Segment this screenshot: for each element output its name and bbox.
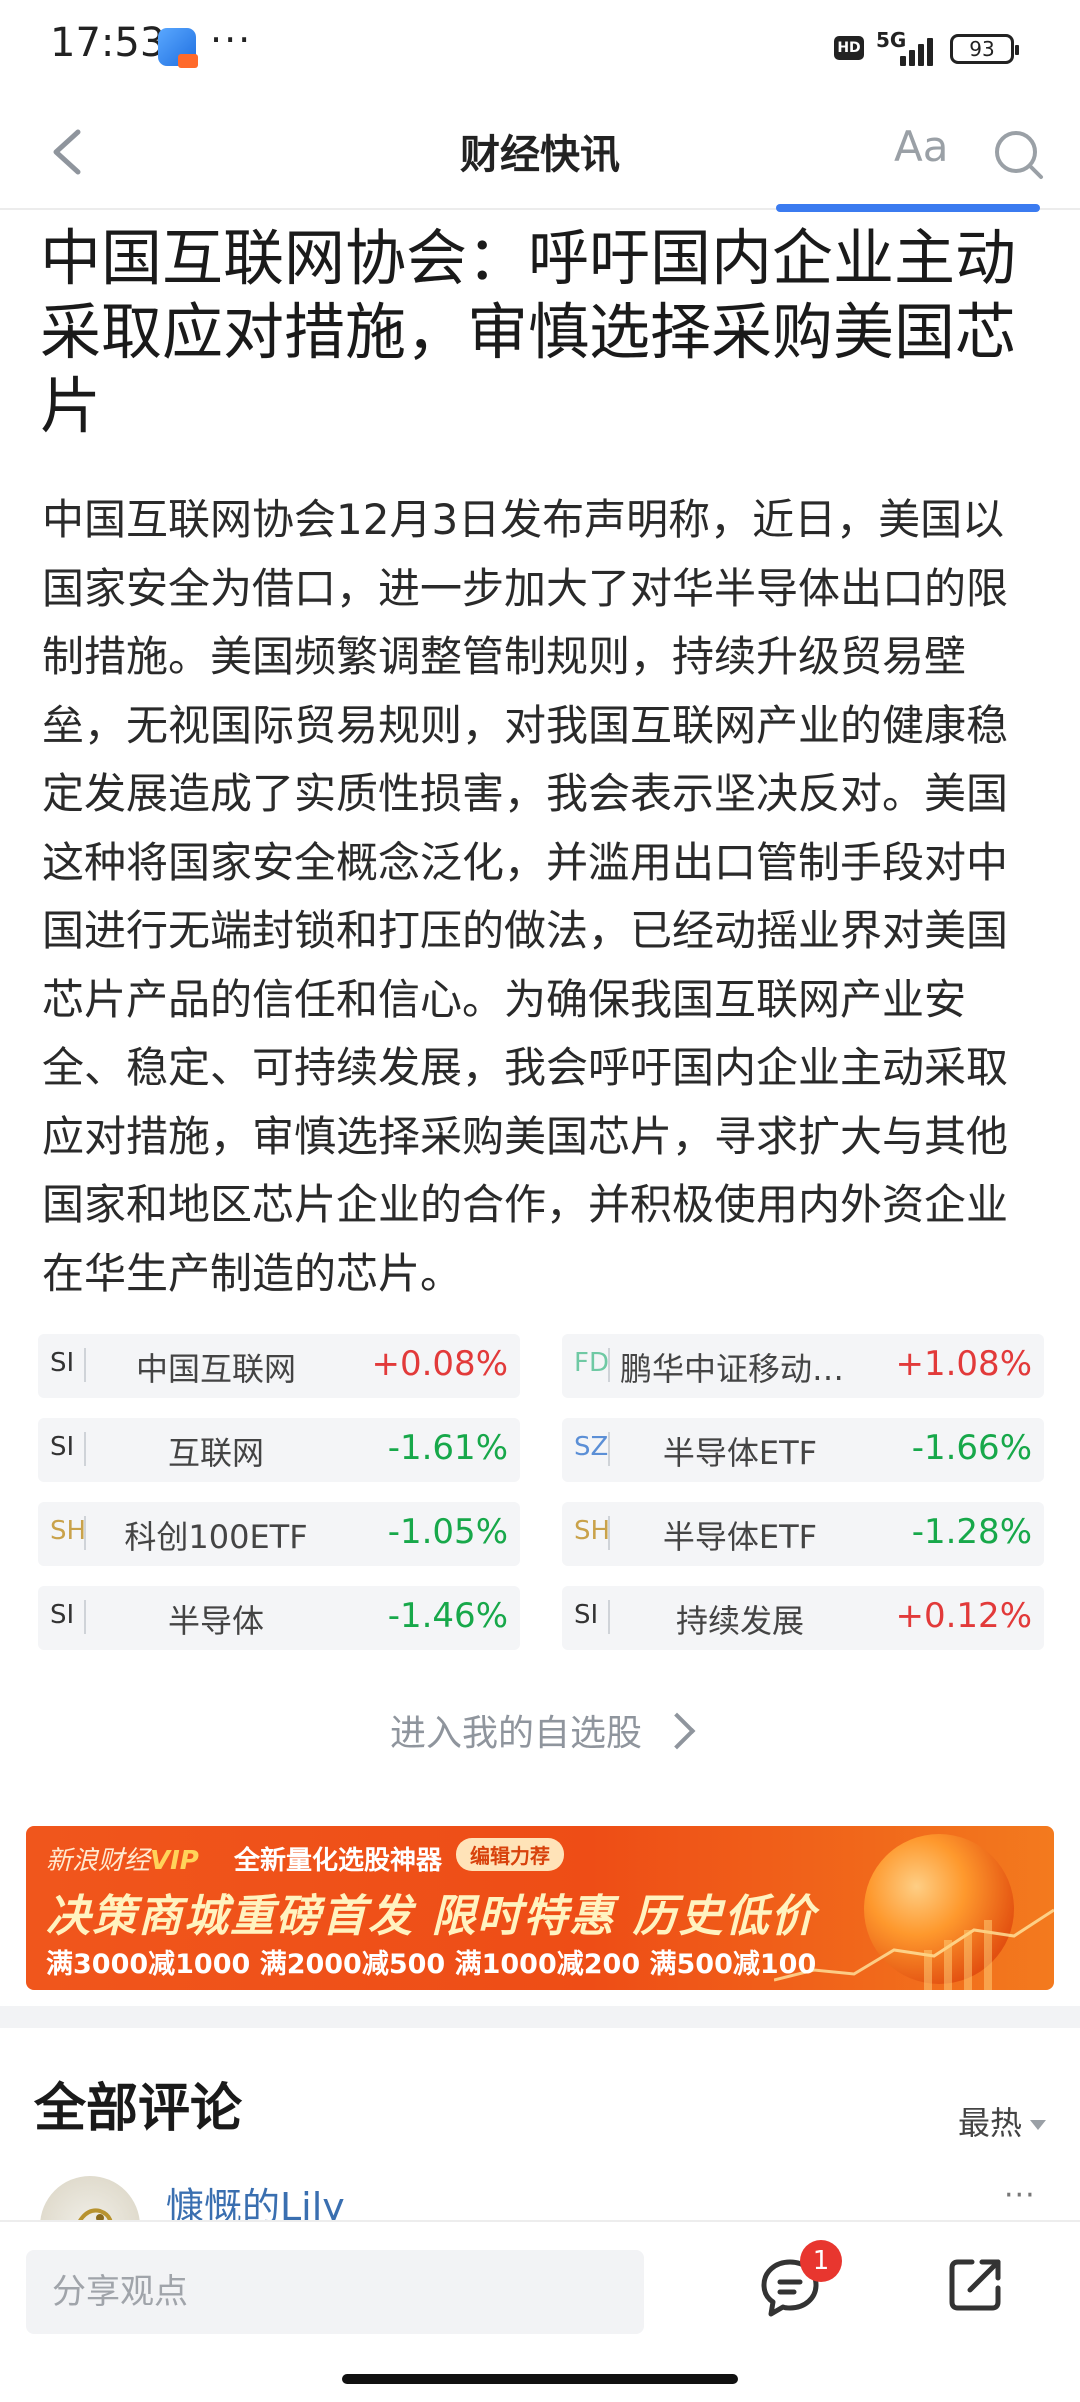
stock-change: +1.08% <box>895 1344 1033 1384</box>
battery-icon: 93 <box>950 34 1019 64</box>
stock-change: -1.46% <box>387 1596 508 1636</box>
stock-market: SI <box>50 1348 75 1378</box>
more-options-icon[interactable]: ··· <box>1004 2178 1036 2213</box>
ad-badge: 编辑力荐 <box>456 1838 564 1871</box>
stock-card[interactable]: SH 科创100ETF -1.05% <box>38 1502 520 1566</box>
hd-icon: HD <box>834 36 864 60</box>
caret-down-icon <box>1030 2120 1047 2130</box>
status-bar: 17:53 ··· HD 5G 93 <box>0 0 1080 96</box>
search-icon[interactable] <box>990 126 1046 182</box>
stock-change: +0.08% <box>371 1344 509 1384</box>
ad-banner[interactable]: 新浪财经VIP 全新量化选股神器 编辑力荐 决策商城重磅首发 限时特惠 历史低价… <box>26 1826 1054 1990</box>
watchlist-link-label: 进入我的自选股 <box>389 1713 642 1754</box>
divider <box>84 1516 86 1550</box>
stock-name: 中国互联网 <box>135 1350 296 1388</box>
divider <box>84 1600 86 1634</box>
stock-card[interactable]: SI 中国互联网 +0.08% <box>38 1334 520 1398</box>
home-indicator[interactable] <box>342 2374 738 2384</box>
section-divider <box>0 2006 1080 2028</box>
stock-name: 科创100ETF <box>124 1518 308 1556</box>
watchlist-link[interactable]: 进入我的自选股 <box>0 1704 1080 1756</box>
sort-label: 最热 <box>958 2104 1023 2142</box>
stock-market: SI <box>50 1432 75 1462</box>
stock-change: -1.66% <box>911 1428 1032 1468</box>
ad-offers: 满3000减1000 满2000减500 满1000减200 满500减100 <box>46 1949 817 1980</box>
top-nav-bar: 财经快讯 Aa <box>0 96 1080 210</box>
stock-name: 半导体ETF <box>662 1434 818 1472</box>
stock-name: 互联网 <box>167 1434 264 1472</box>
divider <box>84 1432 86 1466</box>
signal-icon <box>900 32 940 66</box>
divider <box>608 1516 610 1550</box>
battery-level: 93 <box>969 37 995 61</box>
stock-change: -1.28% <box>911 1512 1032 1552</box>
stock-card[interactable]: SI 半导体 -1.46% <box>38 1586 520 1650</box>
comment-count-badge: 1 <box>800 2240 842 2282</box>
stock-market: FD <box>574 1348 609 1378</box>
stock-card[interactable]: SI 互联网 -1.61% <box>38 1418 520 1482</box>
ad-brand: 新浪财经VIP <box>46 1840 199 1877</box>
stock-card[interactable]: SI 持续发展 +0.12% <box>562 1586 1044 1650</box>
stock-market: SH <box>574 1516 611 1546</box>
comment-input[interactable] <box>26 2250 644 2334</box>
sina-finance-app-icon <box>158 28 198 68</box>
scroll-indicator <box>776 204 1040 212</box>
divider <box>84 1348 86 1382</box>
divider <box>608 1600 610 1634</box>
ad-brand-vip: VIP <box>150 1846 199 1876</box>
sort-dropdown[interactable]: 最热 <box>958 2098 1047 2144</box>
divider <box>608 1348 610 1382</box>
ad-brand-name: 新浪财经 <box>46 1846 151 1876</box>
article-body: 中国互联网协会12月3日发布声明称，近日，美国以国家安全为借口，进一步加大了对华… <box>42 495 1009 1298</box>
stock-name: 半导体ETF <box>662 1518 818 1556</box>
ad-headline: 决策商城重磅首发 限时特惠 历史低价 <box>46 1891 817 1942</box>
stock-name: 鹏华中证移动互联… <box>620 1350 860 1388</box>
status-more-icon: ··· <box>210 18 253 62</box>
bottom-action-bar: 1 <box>0 2220 1080 2402</box>
chevron-right-icon <box>658 1712 696 1750</box>
article-title: 中国互联网协会：呼吁国内企业主动采取应对措施，审慎选择采购美国芯片 <box>40 223 1017 442</box>
stock-name: 半导体 <box>167 1602 264 1640</box>
share-icon[interactable] <box>944 2254 1006 2316</box>
divider <box>608 1432 610 1466</box>
stock-name: 持续发展 <box>675 1602 804 1640</box>
stock-market: SI <box>50 1600 75 1630</box>
stock-change: -1.61% <box>387 1428 508 1468</box>
stock-market: SZ <box>574 1432 609 1462</box>
stock-market: SI <box>574 1600 599 1630</box>
status-time: 17:53 <box>50 20 166 66</box>
stock-change: +0.12% <box>895 1596 1033 1636</box>
stock-card[interactable]: SZ 半导体ETF -1.66% <box>562 1418 1044 1482</box>
ad-tagline: 全新量化选股神器 <box>234 1846 443 1876</box>
stock-market: SH <box>50 1516 87 1546</box>
stock-card[interactable]: FD 鹏华中证移动互联… +1.08% <box>562 1334 1044 1398</box>
stock-card[interactable]: SH 半导体ETF -1.28% <box>562 1502 1044 1566</box>
font-size-button[interactable]: Aa <box>894 122 948 171</box>
comments-title: 全部评论 <box>34 2079 243 2139</box>
stock-change: -1.05% <box>387 1512 508 1552</box>
